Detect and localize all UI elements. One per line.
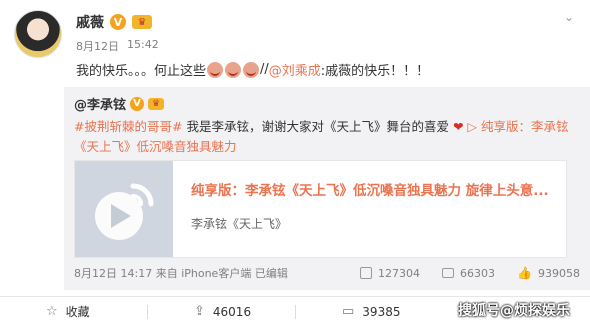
repost-icon: ⇪ <box>194 304 205 319</box>
repost-text: #披荆斩棘的哥哥# 我是李承铉，谢谢大家对《天上飞》舞台的喜爱 ❤ ▷ 纯享版：… <box>74 117 574 157</box>
repost-author-row: @李承铉 V ♛ <box>74 94 165 113</box>
star-icon: ☆ <box>46 304 58 319</box>
vip-crown-icon[interactable]: ♛ <box>148 97 165 110</box>
divider <box>0 296 590 297</box>
author-name[interactable]: 戚薇 <box>76 12 104 32</box>
repost-edited[interactable]: 已编辑 <box>255 267 288 280</box>
video-subtitle: 李承铉《天上飞》 <box>191 217 288 231</box>
repost-comments-count: 66303 <box>460 266 496 280</box>
comment-icon: ▭ <box>342 304 355 319</box>
author-row: 戚薇 V ♛ <box>76 12 152 32</box>
repost-comments[interactable]: 66303 <box>442 267 495 280</box>
vip-crown-icon[interactable]: ♛ <box>132 15 152 29</box>
watermark: 搜狐号@烦探娱乐 <box>458 303 570 319</box>
repost-footer: 8月12日 14:17 来自 iPhone客户端 已编辑 127304 6630… <box>74 265 580 281</box>
repost-source: 8月12日 14:17 来自 iPhone客户端 已编辑 <box>74 265 338 281</box>
hashtag-link[interactable]: #披荆斩棘的哥哥# <box>74 119 182 134</box>
repost-likes-count: 939058 <box>538 266 580 280</box>
weibo-play-icon <box>95 183 154 240</box>
emoji-icon <box>243 61 260 78</box>
post-time[interactable]: 15:42 <box>127 38 159 54</box>
post-text-sep: // <box>260 62 269 77</box>
repost-button[interactable]: ⇪ 46016 <box>148 304 295 319</box>
video-thumbnail[interactable] <box>75 161 173 257</box>
favorite-button[interactable]: ☆ 收藏 <box>0 303 147 320</box>
repost-date[interactable]: 8月12日 <box>74 267 117 280</box>
post-text: 我的快乐。。。何止这些 // @刘乘成 :戚薇的快乐！！！ <box>76 60 429 79</box>
repost-text-body: 我是李承铉，谢谢大家对《天上飞》舞台的喜爱 <box>186 119 449 134</box>
like-icon: 👍 <box>517 266 532 280</box>
verified-badge-icon[interactable]: V <box>110 14 126 30</box>
mention-link[interactable]: @刘乘成 <box>269 60 321 79</box>
post-meta: 8月12日 15:42 <box>76 38 159 54</box>
video-link-icon[interactable]: ▷ <box>467 119 477 134</box>
verified-badge-icon[interactable]: V <box>130 96 145 111</box>
post-text-before: 我的快乐。。。何止这些 <box>76 64 207 79</box>
video-title[interactable]: 纯享版：李承铉《天上飞》低沉嗓音独具魅力 旋律上头意... <box>191 179 549 199</box>
repost-likes[interactable]: 👍 939058 <box>517 266 580 280</box>
comment-count: 39385 <box>362 304 401 319</box>
post-text-after: :戚薇的快乐！！！ <box>320 64 430 79</box>
comment-button[interactable]: ▭ 39385 <box>296 304 443 319</box>
author-avatar[interactable] <box>14 10 62 58</box>
favorite-label: 收藏 <box>65 305 90 319</box>
video-card[interactable]: 纯享版：李承铉《天上飞》低沉嗓音独具魅力 旋律上头意... 李承铉《天上飞》 <box>74 160 567 258</box>
repost-reposts-count: 127304 <box>378 266 421 280</box>
repost-icon <box>360 267 373 279</box>
heart-icon: ❤ <box>452 119 464 134</box>
repost-reposts[interactable]: 127304 <box>360 267 420 280</box>
repost-client[interactable]: 来自 iPhone客户端 <box>156 267 252 280</box>
repost-count: 46016 <box>212 304 252 319</box>
comment-icon <box>442 268 455 278</box>
emoji-icon <box>207 61 224 78</box>
post-date[interactable]: 8月12日 <box>76 38 119 54</box>
repost-author-name[interactable]: @李承铉 <box>74 94 126 113</box>
emoji-icon <box>225 61 242 78</box>
repost-time[interactable]: 14:17 <box>121 267 153 280</box>
chevron-down-icon[interactable]: ⌄ <box>564 10 574 24</box>
repost-card: @李承铉 V ♛ #披荆斩棘的哥哥# 我是李承铉，谢谢大家对《天上飞》舞台的喜爱… <box>64 87 590 290</box>
